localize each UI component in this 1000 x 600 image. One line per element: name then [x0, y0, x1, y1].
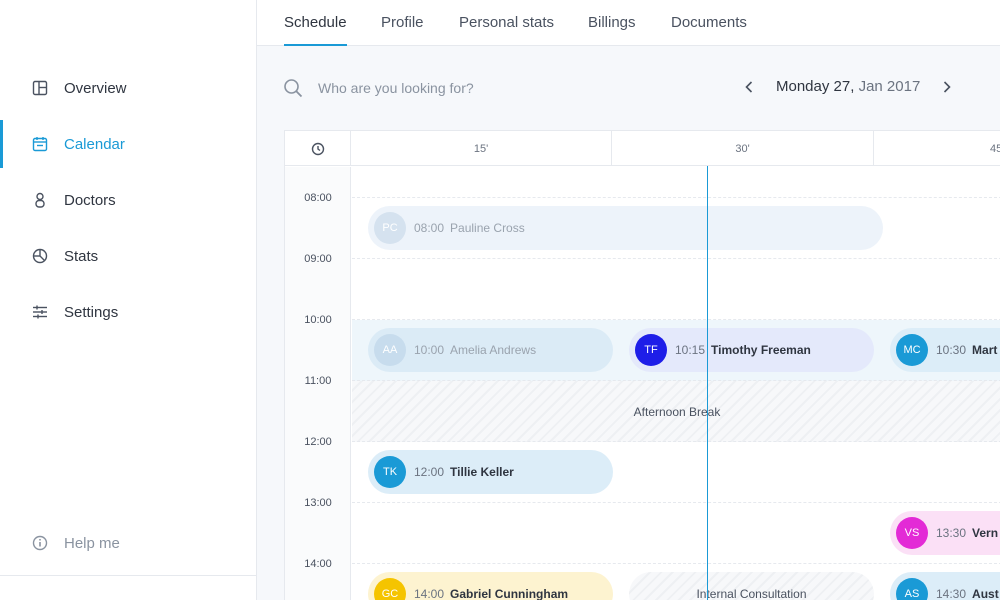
- appointment-time: 10:30: [936, 343, 967, 357]
- next-day-button[interactable]: [938, 77, 956, 97]
- appointment-time: 14:30: [936, 587, 967, 600]
- minute-column-label: 15': [351, 131, 612, 166]
- hour-label: 11:00: [304, 375, 332, 387]
- grid-line: [352, 380, 1000, 381]
- tab-bar: Schedule Profile Personal stats Billings…: [257, 0, 1000, 46]
- date-day: Monday 27,: [776, 78, 855, 95]
- sidebar-item-label: Calendar: [64, 135, 125, 153]
- sidebar-item-doctors[interactable]: Doctors: [0, 176, 256, 224]
- grid-line: [352, 502, 1000, 503]
- hour-label: 09:00: [304, 253, 332, 265]
- time-gutter: 08:00 09:00 10:00 11:00 12:00 13:00 14:0…: [285, 167, 351, 600]
- appointment-time: 08:00: [414, 221, 445, 235]
- appointment-time: 14:00: [414, 587, 445, 600]
- break-label: Afternoon Break: [633, 405, 721, 419]
- hour-label: 12:00: [304, 436, 332, 448]
- sidebar-item-label: Help me: [64, 534, 120, 552]
- sidebar-item-overview[interactable]: Overview: [0, 64, 256, 112]
- avatar: AS: [896, 578, 928, 600]
- appointment-tillie-keller[interactable]: TK 12:00 Tillie Keller: [368, 450, 613, 494]
- hour-label: 13:00: [304, 497, 332, 509]
- avatar: MC: [896, 334, 928, 366]
- appointment-name: Mart: [972, 343, 998, 357]
- tab-documents[interactable]: Documents: [671, 0, 747, 46]
- appointment-time: 13:30: [936, 526, 967, 540]
- search-icon[interactable]: [283, 78, 303, 98]
- pie-chart-icon: [32, 248, 48, 264]
- sliders-icon: [32, 304, 48, 320]
- appointment-amelia-andrews[interactable]: AA 10:00 Amelia Andrews: [368, 328, 613, 372]
- appointment-timothy-freeman[interactable]: TF 10:15 Timothy Freeman: [629, 328, 874, 372]
- appointment-name: Gabriel Cunningham: [450, 587, 569, 600]
- clock-icon: [285, 131, 351, 166]
- chevron-right-icon: [943, 81, 951, 93]
- afternoon-break: Afternoon Break: [352, 381, 1000, 442]
- sidebar-item-label: Doctors: [64, 191, 116, 209]
- sidebar-item-help[interactable]: Help me: [0, 519, 256, 567]
- sidebar-item-label: Settings: [64, 303, 119, 321]
- avatar: VS: [896, 517, 928, 549]
- appointment-aust[interactable]: AS 14:30 Aust: [890, 572, 1000, 600]
- internal-consultation-block[interactable]: Internal Consultation: [629, 572, 874, 600]
- current-time-indicator: [707, 166, 708, 600]
- tab-profile[interactable]: Profile: [381, 0, 424, 46]
- appointment-name: Pauline Cross: [450, 221, 525, 235]
- tab-personal-stats[interactable]: Personal stats: [459, 0, 554, 46]
- appointment-time: 10:15: [675, 343, 706, 357]
- minute-column-label: 30': [612, 131, 874, 166]
- grid-line: [352, 319, 1000, 320]
- calendar-header: 15' 30' 45': [285, 131, 1000, 166]
- appointment-name: Amelia Andrews: [450, 343, 537, 357]
- chevron-left-icon: [745, 81, 753, 93]
- appointment-name: Aust: [972, 587, 999, 600]
- appointment-time: 10:00: [414, 343, 445, 357]
- calendar-icon: [32, 136, 48, 152]
- sidebar-item-settings[interactable]: Settings: [0, 288, 256, 336]
- info-icon: [32, 535, 48, 551]
- sidebar: Overview Calendar Doctors Stats Settings…: [0, 0, 257, 600]
- minute-column-label: 45': [874, 131, 1000, 166]
- current-date: Monday 27, Jan 2017: [776, 78, 920, 95]
- avatar: TK: [374, 456, 406, 488]
- search-input[interactable]: [318, 76, 618, 100]
- appointment-name: Tillie Keller: [450, 465, 514, 479]
- appointment-gabriel-cunningham[interactable]: GC 14:00 Gabriel Cunningham: [368, 572, 613, 600]
- sidebar-item-label: Overview: [64, 79, 127, 97]
- tab-schedule[interactable]: Schedule: [284, 0, 347, 46]
- appointment-name: Timothy Freeman: [711, 343, 811, 357]
- appointment-name: Vern: [972, 526, 999, 540]
- sidebar-item-stats[interactable]: Stats: [0, 232, 256, 280]
- layout-icon: [32, 80, 48, 96]
- sidebar-item-calendar[interactable]: Calendar: [0, 120, 256, 168]
- grid-line: [352, 563, 1000, 564]
- avatar: AA: [374, 334, 406, 366]
- hour-label: 08:00: [304, 192, 332, 204]
- calendar-grid: 15' 30' 45' 08:00 09:00 10:00 11:00 12:0…: [284, 130, 1000, 600]
- grid-line: [352, 258, 1000, 259]
- date-month-year: Jan 2017: [858, 78, 921, 95]
- internal-consultation-label: Internal Consultation: [696, 587, 807, 600]
- appointment-vern[interactable]: VS 13:30 Vern: [890, 511, 1000, 555]
- grid-line: [352, 197, 1000, 198]
- appointment-mart[interactable]: MC 10:30 Mart: [890, 328, 1000, 372]
- avatar: GC: [374, 578, 406, 600]
- sidebar-item-label: Stats: [64, 247, 99, 265]
- previous-day-button[interactable]: [740, 77, 758, 97]
- person-icon: [32, 192, 48, 208]
- appointment-pauline-cross[interactable]: PC 08:00 Pauline Cross: [368, 206, 883, 250]
- appointment-time: 12:00: [414, 465, 445, 479]
- sidebar-divider: [0, 575, 256, 576]
- tab-billings[interactable]: Billings: [588, 0, 636, 46]
- avatar: PC: [374, 212, 406, 244]
- hour-label: 14:00: [304, 558, 332, 570]
- avatar: TF: [635, 334, 667, 366]
- grid-line: [352, 441, 1000, 442]
- hour-label: 10:00: [304, 314, 332, 326]
